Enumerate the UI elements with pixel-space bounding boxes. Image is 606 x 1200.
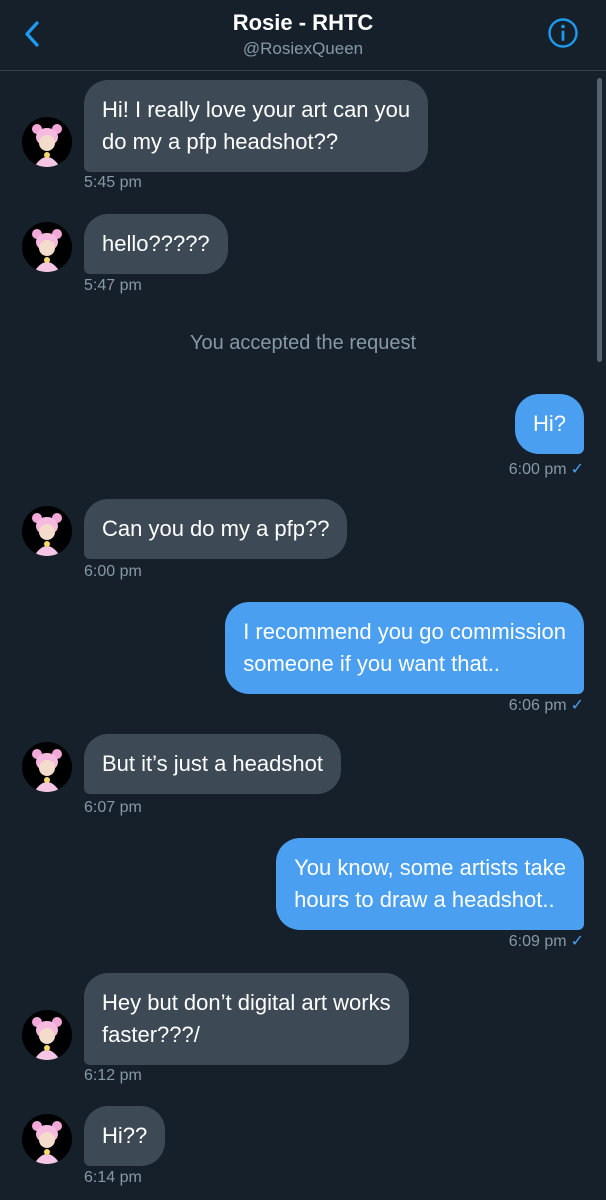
message-timestamp: 6:14 pm xyxy=(84,1169,142,1186)
message-timestamp: 6:07 pm xyxy=(84,799,142,816)
read-check-icon: ✓ xyxy=(570,933,584,950)
message-timestamp: 5:45 pm xyxy=(84,174,142,191)
avatar[interactable] xyxy=(22,506,72,556)
message-bubble-incoming[interactable]: hello????? xyxy=(84,214,228,274)
message-timestamp: 6:06 pm ✓ xyxy=(509,696,584,716)
message-time: 6:09 pm xyxy=(508,933,567,950)
message-bubble-incoming[interactable]: Hi! I really love your art can you do my… xyxy=(84,80,429,172)
message-bubble-incoming[interactable]: But it’s just a headshot xyxy=(84,734,341,794)
avatar[interactable] xyxy=(22,222,72,272)
message-timestamp: 5:47 pm xyxy=(84,277,142,294)
message-bubble-incoming[interactable]: Hey but don’t digital art works faster??… xyxy=(84,973,409,1065)
message-text-line: Hi? xyxy=(532,411,566,436)
conversation-title-block[interactable]: Rosie - RHTC @RosiexQueen xyxy=(0,8,606,60)
info-button[interactable] xyxy=(546,17,580,54)
avatar[interactable] xyxy=(22,742,72,792)
avatar-image xyxy=(22,1114,72,1164)
message-text-line: do my a pfp headshot?? xyxy=(102,129,339,154)
avatar-image xyxy=(22,222,72,272)
info-icon xyxy=(547,17,579,54)
avatar-image xyxy=(22,117,72,167)
message-timestamp: 6:00 pm ✓ xyxy=(509,460,584,480)
message-timestamp: 6:09 pm ✓ xyxy=(509,932,584,952)
conversation-header: Rosie - RHTC @RosiexQueen xyxy=(0,0,606,71)
message-bubble-outgoing[interactable]: You know, some artists take hours to dra… xyxy=(276,838,584,930)
message-text-line: faster???/ xyxy=(102,1022,200,1047)
message-text-line: Hi! I really love your art can you xyxy=(102,97,411,122)
message-text-line: But it’s just a headshot xyxy=(102,751,323,776)
message-text-line: Hi?? xyxy=(102,1123,148,1148)
avatar[interactable] xyxy=(22,1010,72,1060)
message-time: 6:00 pm xyxy=(508,461,567,478)
message-text-line: Can you do my a pfp?? xyxy=(102,516,330,541)
message-text-line: I recommend you go commission xyxy=(243,619,566,644)
message-bubble-outgoing[interactable]: I recommend you go commission someone if… xyxy=(225,602,584,694)
avatar[interactable] xyxy=(22,1114,72,1164)
avatar-image xyxy=(22,506,72,556)
read-check-icon: ✓ xyxy=(570,461,584,478)
message-bubble-incoming[interactable]: Hi?? xyxy=(84,1106,166,1166)
message-text-line: someone if you want that.. xyxy=(243,651,501,676)
system-message: You accepted the request xyxy=(189,332,417,354)
scrollbar[interactable] xyxy=(597,78,602,362)
message-text-line: hello????? xyxy=(102,231,210,256)
avatar[interactable] xyxy=(22,117,72,167)
read-check-icon: ✓ xyxy=(570,697,584,714)
message-bubble-incoming[interactable]: Can you do my a pfp?? xyxy=(84,499,348,559)
conversation-title: Rosie - RHTC xyxy=(232,10,374,35)
avatar-image xyxy=(22,1010,72,1060)
message-timestamp: 6:12 pm xyxy=(84,1067,142,1084)
message-time: 6:06 pm xyxy=(508,697,567,714)
message-bubble-outgoing[interactable]: Hi? xyxy=(514,394,584,454)
message-text-line: You know, some artists take xyxy=(294,855,566,880)
message-text-line: hours to draw a headshot.. xyxy=(294,887,555,912)
avatar-image xyxy=(22,742,72,792)
message-text-line: Hey but don’t digital art works xyxy=(102,990,391,1015)
message-timestamp: 6:00 pm xyxy=(84,563,142,580)
conversation-handle: @RosiexQueen xyxy=(242,39,364,58)
